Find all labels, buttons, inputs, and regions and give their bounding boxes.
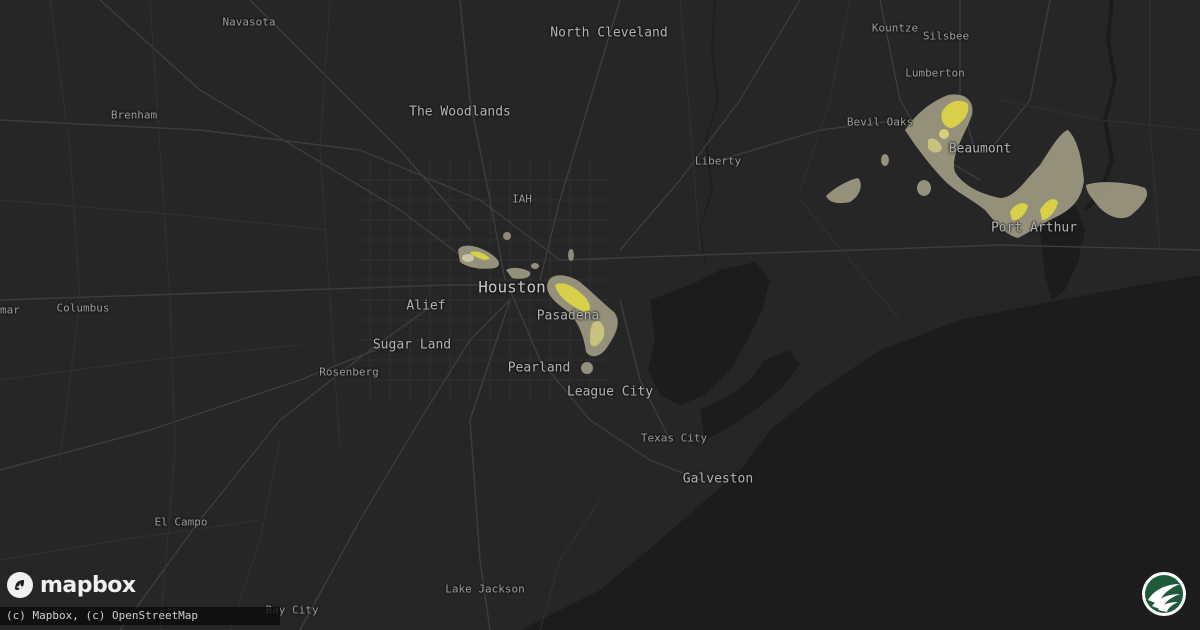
- hail-swath-pasadena[interactable]: [547, 275, 618, 374]
- place-label-liberty[interactable]: Liberty: [695, 155, 741, 168]
- place-label-mar[interactable]: mar: [0, 304, 20, 317]
- map-canvas[interactable]: Navasota North Cleveland Kountze Silsbee Lum…: [0, 0, 1200, 630]
- place-label-lake-jackson[interactable]: Lake Jackson: [445, 583, 524, 596]
- mapbox-logo-text: mapbox: [40, 572, 136, 598]
- place-label-el-campo[interactable]: El Campo: [155, 516, 208, 529]
- place-label-navasota[interactable]: Navasota: [223, 16, 276, 29]
- hail-overlay: [458, 94, 1148, 374]
- place-label-texas-city[interactable]: Texas City: [641, 432, 707, 445]
- place-label-lumberton[interactable]: Lumberton: [905, 67, 965, 80]
- place-label-iah[interactable]: IAH: [512, 193, 532, 206]
- mapbox-compass-icon: [7, 572, 33, 598]
- place-label-houston[interactable]: Houston: [478, 278, 545, 297]
- place-label-pearland[interactable]: Pearland: [508, 361, 571, 376]
- place-label-pasadena[interactable]: Pasadena: [537, 309, 600, 324]
- place-label-columbus[interactable]: Columbus: [57, 302, 110, 315]
- map-attribution[interactable]: (c) Mapbox, (c) OpenStreetMap: [0, 607, 280, 625]
- place-label-beaumont[interactable]: Beaumont: [949, 142, 1012, 157]
- place-label-the-woodlands[interactable]: The Woodlands: [409, 105, 511, 120]
- place-label-galveston[interactable]: Galveston: [683, 472, 753, 487]
- place-label-rosenberg[interactable]: Rosenberg: [319, 366, 379, 379]
- place-label-bevil-oaks[interactable]: Bevil Oaks: [847, 116, 913, 129]
- mapbox-logo[interactable]: mapbox: [6, 569, 136, 601]
- place-label-port-arthur[interactable]: Port Arthur: [991, 221, 1077, 236]
- place-label-north-cleveland[interactable]: North Cleveland: [550, 26, 667, 41]
- place-label-league-city[interactable]: League City: [567, 385, 653, 400]
- place-label-sugar-land[interactable]: Sugar Land: [373, 338, 451, 353]
- place-label-silsbee[interactable]: Silsbee: [923, 30, 969, 43]
- place-label-alief[interactable]: Alief: [406, 299, 445, 314]
- hail-swoosh-badge-icon[interactable]: [1140, 570, 1188, 618]
- place-label-brenham[interactable]: Brenham: [111, 109, 157, 122]
- hail-swath-houston-west[interactable]: [458, 232, 574, 279]
- place-label-kountze[interactable]: Kountze: [872, 22, 918, 35]
